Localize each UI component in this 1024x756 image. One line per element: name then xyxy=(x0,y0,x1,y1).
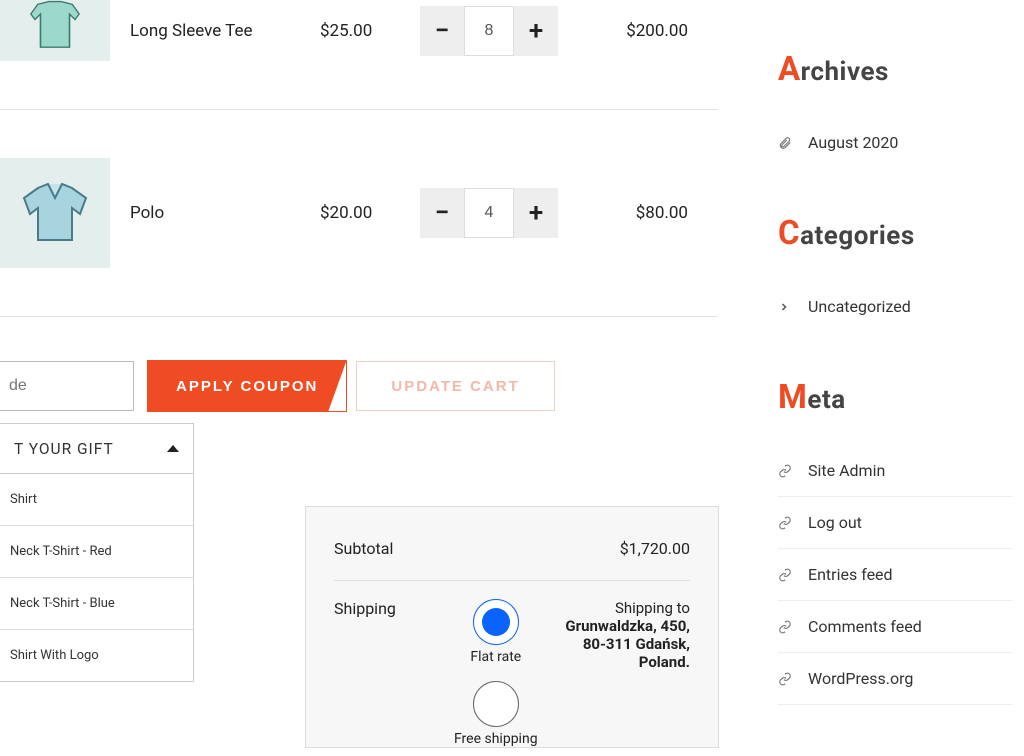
unit-price: $20.00 xyxy=(320,203,420,223)
gift-option[interactable]: Neck T-Shirt - Red xyxy=(0,526,193,578)
gift-dropdown-header[interactable]: T YOUR GIFT xyxy=(0,424,193,474)
cart-actions: APPLY COUPON UPDATE CART xyxy=(0,317,718,411)
sidebar-meta: Meta Site Admin Log out Entries feed Com… xyxy=(778,378,1013,705)
sidebar-title-meta: Meta xyxy=(778,378,1013,417)
qty-plus-button[interactable]: + xyxy=(514,6,558,56)
category-link[interactable]: Uncategorized xyxy=(778,281,1013,332)
link-icon xyxy=(778,464,794,478)
qty-plus-button[interactable]: + xyxy=(514,188,558,238)
subtotal-value: $1,720.00 xyxy=(454,539,690,558)
cart-row: Long Sleeve Tee $25.00 − + $200.00 xyxy=(0,0,718,110)
sidebar-archives: Archives August 2020 xyxy=(778,50,1013,168)
meta-link-entries-feed[interactable]: Entries feed xyxy=(778,549,1013,601)
sidebar-title-archives: Archives xyxy=(778,50,1013,89)
quantity-stepper: − + xyxy=(420,188,600,238)
gift-dropdown-label: T YOUR GIFT xyxy=(14,440,114,458)
gift-option[interactable]: Neck T-Shirt - Blue xyxy=(0,578,193,630)
line-total: $200.00 xyxy=(600,21,718,41)
meta-link-site-admin[interactable]: Site Admin xyxy=(778,445,1013,497)
coupon-input[interactable] xyxy=(0,361,134,411)
gift-option[interactable]: Shirt With Logo xyxy=(0,630,193,681)
line-total: $80.00 xyxy=(600,203,718,223)
link-icon xyxy=(778,620,794,634)
link-icon xyxy=(778,516,794,530)
update-cart-button[interactable]: UPDATE CART xyxy=(356,361,554,411)
sidebar-categories: Categories Uncategorized xyxy=(778,214,1013,332)
caret-up-icon xyxy=(167,445,179,452)
shipping-to-label: Shipping to xyxy=(558,599,690,617)
shipping-label: Shipping xyxy=(334,599,454,618)
qty-minus-button[interactable]: − xyxy=(420,188,464,238)
shipping-radio-flat-rate[interactable] xyxy=(473,599,519,645)
product-thumbnail[interactable] xyxy=(0,158,110,268)
archive-link[interactable]: August 2020 xyxy=(778,117,1013,168)
link-icon xyxy=(778,672,794,686)
sidebar-title-categories: Categories xyxy=(778,214,1013,253)
qty-input[interactable] xyxy=(464,6,514,56)
shipping-option-label: Free shipping xyxy=(454,731,538,747)
meta-link-comments-feed[interactable]: Comments feed xyxy=(778,601,1013,653)
gift-option[interactable]: Shirt xyxy=(0,474,193,526)
shipping-option-label: Flat rate xyxy=(470,649,521,665)
unit-price: $25.00 xyxy=(320,21,420,41)
quantity-stepper: − + xyxy=(420,6,600,56)
shipping-address: Grunwaldzka, 450, 80-311 Gdańsk, Poland. xyxy=(565,617,690,671)
qty-input[interactable] xyxy=(464,188,514,238)
link-icon xyxy=(778,568,794,582)
chevron-right-icon xyxy=(778,301,794,313)
qty-minus-button[interactable]: − xyxy=(420,6,464,56)
meta-link-logout[interactable]: Log out xyxy=(778,497,1013,549)
subtotal-label: Subtotal xyxy=(334,539,454,558)
meta-link-wordpress[interactable]: WordPress.org xyxy=(778,653,1013,705)
cart-row: Polo $20.00 − + $80.00 xyxy=(0,110,718,317)
gift-dropdown[interactable]: T YOUR GIFT Shirt Neck T-Shirt - Red Nec… xyxy=(0,423,194,682)
product-name[interactable]: Long Sleeve Tee xyxy=(130,21,320,41)
cart-totals: Subtotal $1,720.00 Shipping Flat rate Fr… xyxy=(305,506,719,748)
paperclip-icon xyxy=(778,136,794,150)
shipping-radio-free[interactable] xyxy=(473,681,519,727)
product-name[interactable]: Polo xyxy=(130,203,320,223)
product-thumbnail[interactable] xyxy=(0,0,110,61)
apply-coupon-button[interactable]: APPLY COUPON xyxy=(148,361,346,411)
